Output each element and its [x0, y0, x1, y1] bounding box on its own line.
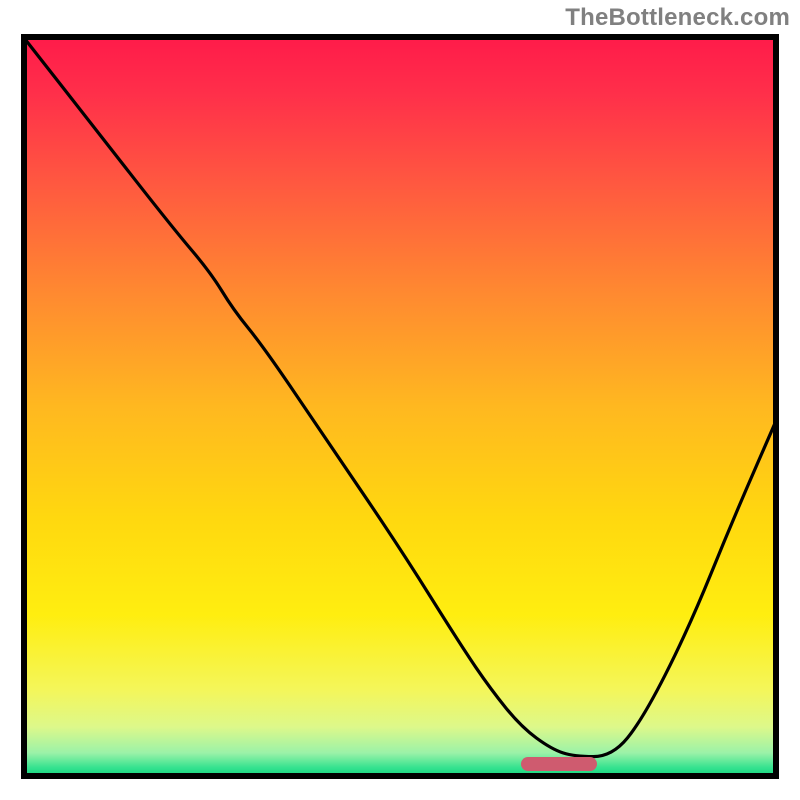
watermark-text: TheBottleneck.com [565, 4, 790, 32]
curve-layer [21, 34, 779, 779]
plot-frame [21, 34, 779, 779]
bottleneck-curve [21, 34, 779, 757]
optimal-zone-marker [521, 757, 597, 771]
chart-stage: TheBottleneck.com [0, 0, 800, 800]
